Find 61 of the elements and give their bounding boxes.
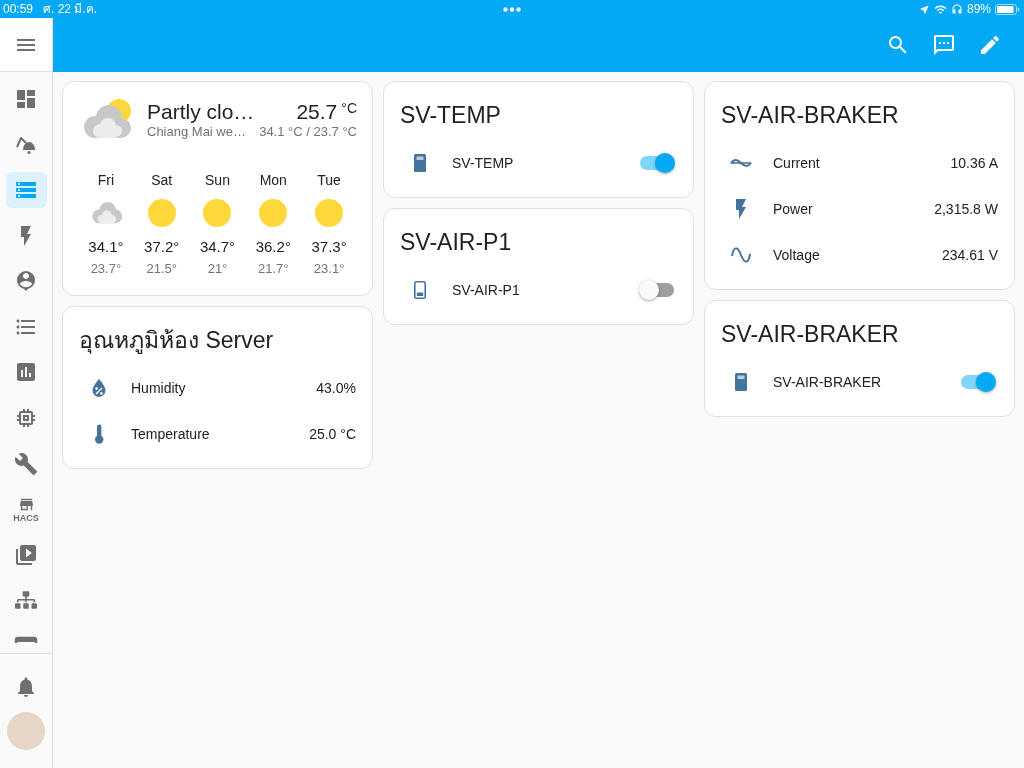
- video-library-icon: [14, 542, 38, 567]
- entity-name: Power: [773, 201, 814, 217]
- pencil-icon: [978, 33, 1002, 57]
- sidebar-item[interactable]: HACS: [5, 491, 47, 528]
- sun-icon: [259, 199, 288, 227]
- entity-value: 43.0%: [316, 380, 356, 396]
- forecast-day: Tue: [317, 169, 341, 191]
- forecast-high: 37.3°: [311, 237, 347, 257]
- entity-name: Voltage: [773, 247, 821, 263]
- forecast-high: 34.1°: [88, 237, 124, 257]
- card-title: SV-AIR-BRAKER: [720, 320, 900, 349]
- forecast-day: Mon: [259, 169, 287, 191]
- forecast-low: 23.1°: [313, 260, 345, 278]
- status-date: ศ. 22 มี.ค.: [43, 2, 98, 16]
- entity-name: SV-TEMP: [452, 155, 515, 171]
- entity-value: 10.36 A: [950, 155, 998, 171]
- card-title: SV-AIR-BRAKER: [720, 101, 900, 130]
- forecast-high: 37.2°: [144, 237, 180, 257]
- current-temperature: 25.7: [296, 98, 338, 124]
- sun-icon: [203, 199, 232, 227]
- partly-cloudy-icon: [82, 98, 132, 140]
- sun-icon: [315, 199, 344, 227]
- entity-name: SV-AIR-P1: [452, 282, 521, 298]
- chat-bubble-icon: [932, 33, 956, 57]
- weather-location: Chiang Mai we…: [147, 123, 247, 140]
- wrench-icon: [14, 451, 38, 476]
- forecast-day: Sat: [151, 169, 173, 191]
- entity-name: Current: [773, 155, 821, 171]
- sitemap-icon: [15, 589, 37, 612]
- entity-value: 25.0 °C: [309, 426, 356, 442]
- temperature-unit: °C: [341, 98, 357, 117]
- sidebar-item[interactable]: [5, 172, 47, 208]
- toggle-switch[interactable]: [639, 280, 675, 300]
- forecast-high: 34.7°: [199, 237, 236, 257]
- forecast-day: Sun: [205, 169, 230, 191]
- battery-percent: 89%: [966, 2, 991, 16]
- headphones-icon: [950, 3, 963, 15]
- card-title: SV-AIR-P1: [399, 228, 513, 257]
- weather-condition: Partly clo…: [147, 98, 256, 124]
- card-title: อุณหภูมิห้อง Server: [78, 326, 275, 356]
- forecast-high: 36.2°: [255, 237, 291, 257]
- location-arrow-icon: [918, 3, 930, 15]
- forecast-low: 23.7°: [90, 260, 122, 278]
- toggle-switch[interactable]: [639, 153, 675, 173]
- forecast-low: 21.5°: [146, 260, 177, 278]
- entity-name: Temperature: [131, 426, 211, 442]
- forecast-low: 21.7°: [258, 260, 289, 278]
- entity-name: SV-AIR-BRAKER: [773, 374, 883, 390]
- toggle-switch[interactable]: [960, 372, 996, 392]
- wifi-icon: [933, 2, 947, 16]
- battery-icon: [995, 3, 1020, 15]
- high-low-temperature: 34.1 °C / 23.7 °C: [259, 123, 357, 140]
- entity-name: Humidity: [131, 380, 187, 396]
- sun-icon: [147, 199, 176, 227]
- card-title: SV-TEMP: [399, 101, 502, 130]
- entity-value: 234.61 V: [941, 247, 998, 263]
- entity-value: 2,315.8 W: [934, 201, 998, 217]
- forecast-low: 21°: [207, 260, 228, 278]
- forecast-day: Fri: [97, 169, 115, 191]
- status-time: 00:59: [3, 2, 34, 16]
- more-dots-icon: [502, 6, 521, 12]
